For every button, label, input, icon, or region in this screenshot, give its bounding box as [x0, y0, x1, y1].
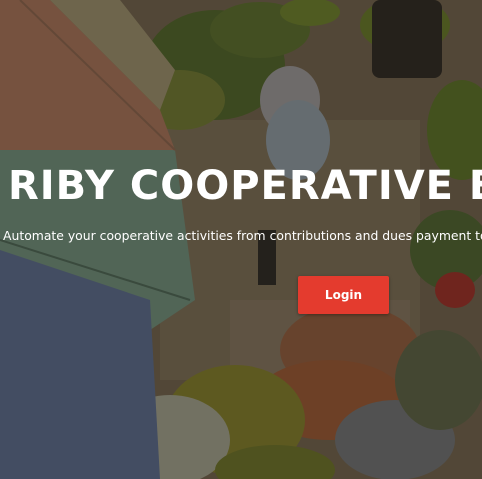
hero-title: RIBY COOPERATIVE E [8, 163, 482, 209]
hero-subtitle: Automate your cooperative activities fro… [3, 228, 482, 243]
hero-section: RIBY COOPERATIVE E Automate your coopera… [0, 0, 482, 479]
login-button[interactable]: Login [298, 276, 389, 314]
